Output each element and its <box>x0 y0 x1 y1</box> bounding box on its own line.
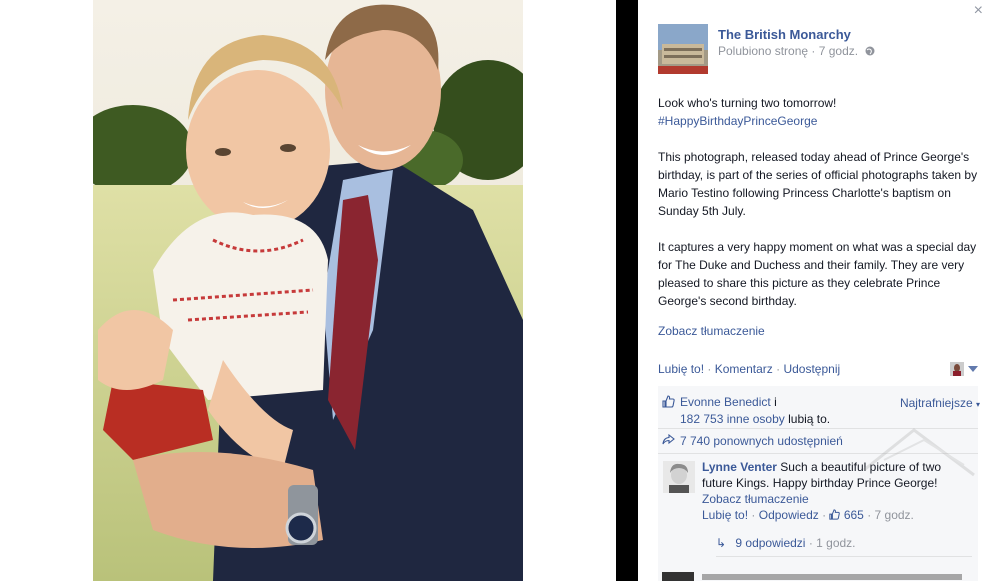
thumbs-up-icon <box>662 395 675 411</box>
liker-name-link[interactable]: Evonne Benedict <box>680 395 771 409</box>
close-icon[interactable]: × <box>974 3 983 19</box>
comment-like-button[interactable]: Lubię to! <box>702 508 748 522</box>
replies-row: ↳ 9 odpowiedzi · 1 godz. <box>716 536 972 557</box>
comment-translate-link[interactable]: Zobacz tłumaczenie <box>702 491 974 507</box>
comment-button[interactable]: Komentarz <box>715 362 773 376</box>
comment-like-count-value: 665 <box>843 508 864 522</box>
separator: · <box>867 508 872 522</box>
next-comment-avatar[interactable] <box>662 572 694 581</box>
separator: · <box>822 508 827 522</box>
post-header: The British Monarchy Polubiono stronę · … <box>658 24 978 76</box>
hashtag-link[interactable]: #HappyBirthdayPrinceGeorge <box>658 114 817 128</box>
view-replies-link[interactable]: 9 odpowiedzi <box>735 536 805 550</box>
photo-stage[interactable] <box>0 0 616 581</box>
shares-link[interactable]: 7 740 ponownych udostępnień <box>680 434 843 448</box>
comment-item: Lynne Venter Such a beautiful picture of… <box>658 456 978 568</box>
sort-dropdown[interactable]: Najtrafniejsze ▾ <box>900 396 980 410</box>
sort-label: Najtrafniejsze <box>899 396 973 410</box>
post-photo[interactable] <box>93 0 523 581</box>
post-panel: × The British Monarchy Polubiono stronę … <box>638 0 987 581</box>
comment-actions: Lubię to! · Odpowiedz · 665 · 7 godz. <box>702 508 914 522</box>
replies-time: 1 godz. <box>816 536 856 550</box>
chevron-down-icon[interactable] <box>968 366 978 372</box>
feedback-section: Evonne Benedict i 182 753 inne osoby lub… <box>658 386 980 581</box>
likers-line-2: 182 753 inne osoby lubią to. <box>680 412 830 426</box>
commenter-avatar[interactable] <box>663 461 695 493</box>
like-button[interactable]: Lubię to! <box>658 362 704 376</box>
post-meta-text[interactable]: Polubiono stronę · 7 godz. <box>718 44 858 58</box>
separator: · <box>751 508 756 522</box>
other-likers-link[interactable]: 182 753 inne osoby <box>680 412 785 426</box>
post-actions: Lubię to! · Komentarz · Udostępnij <box>658 362 978 380</box>
thumbs-up-icon <box>829 508 843 522</box>
separator: · <box>776 362 781 376</box>
page-name-link[interactable]: The British Monarchy <box>718 27 851 42</box>
separator: · <box>707 362 712 376</box>
likers-line-1: Evonne Benedict i <box>680 395 777 409</box>
actor-avatar[interactable] <box>950 362 964 376</box>
comment-reply-button[interactable]: Odpowiedz <box>759 508 819 522</box>
globe-icon <box>865 45 875 59</box>
shares-summary: 7 740 ponownych udostępnień <box>658 429 978 454</box>
post-paragraph-3: It captures a very happy moment on what … <box>658 240 977 308</box>
post-paragraph-2: This photograph, released today ahead of… <box>658 150 978 218</box>
separator: · <box>808 536 813 550</box>
share-arrow-icon <box>662 433 675 448</box>
see-translation-link[interactable]: Zobacz tłumaczenie <box>658 322 978 340</box>
likes-summary: Evonne Benedict i 182 753 inne osoby lub… <box>658 390 980 429</box>
page-avatar[interactable] <box>658 24 708 74</box>
comment-time[interactable]: 7 godz. <box>875 508 914 522</box>
likes-conjunction: i <box>774 395 777 409</box>
post-meta: Polubiono stronę · 7 godz. <box>718 44 875 59</box>
comment-like-count[interactable]: 665 <box>829 508 867 522</box>
post-text: Look who's turning two tomorrow! #HappyB… <box>658 94 978 340</box>
caret-down-icon: ▾ <box>975 400 980 409</box>
post-line-1: Look who's turning two tomorrow! <box>658 96 837 110</box>
likes-suffix: lubią to. <box>788 412 831 426</box>
reply-arrow-icon: ↳ <box>716 536 727 550</box>
share-button[interactable]: Udostępnij <box>783 362 840 376</box>
next-comment-preview <box>702 574 962 580</box>
comment-author-link[interactable]: Lynne Venter <box>702 460 777 474</box>
comment-body: Lynne Venter Such a beautiful picture of… <box>702 459 974 507</box>
